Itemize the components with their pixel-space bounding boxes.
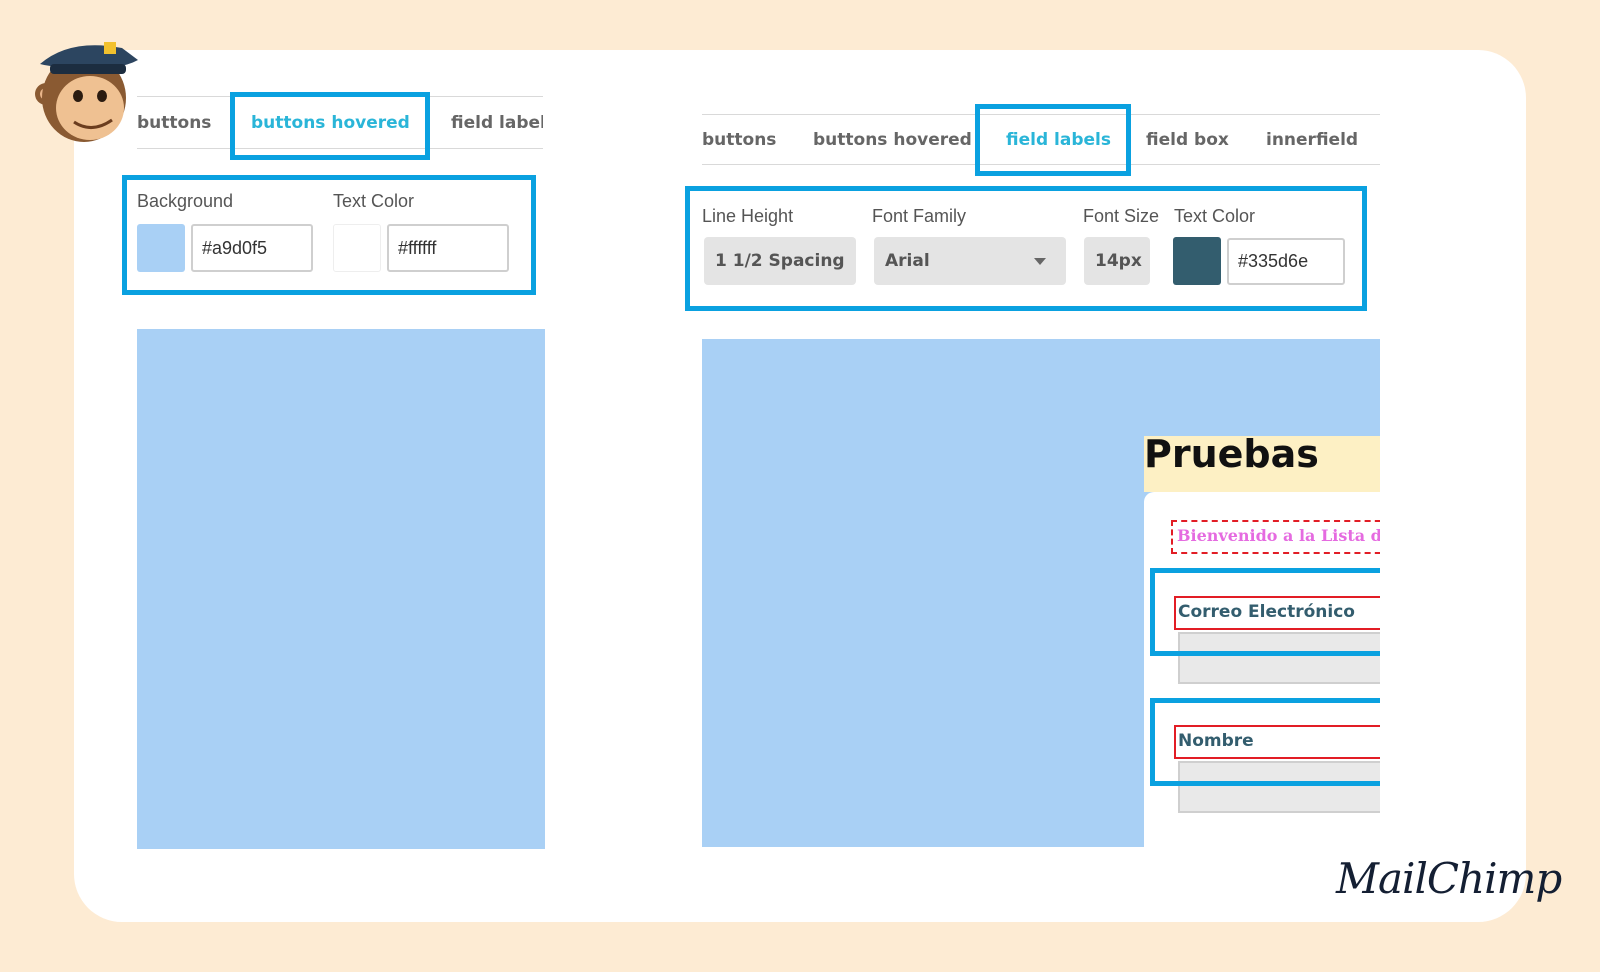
highlight-active-tab-left — [230, 92, 430, 160]
form-title: Pruebas — [1144, 436, 1319, 476]
form-preview: Pruebas Bienvenido a la Lista de Correo … — [1144, 436, 1380, 848]
highlight-settings-left — [122, 175, 536, 295]
left-tab-field-label[interactable]: field label — [451, 113, 543, 133]
right-tab-buttons-hovered[interactable]: buttons hovered — [813, 130, 972, 150]
highlight-active-tab-right — [975, 104, 1131, 176]
right-tab-innerfield[interactable]: innerfield — [1266, 130, 1358, 150]
left-preview-area — [137, 329, 545, 849]
welcome-text: Bienvenido a la Lista de — [1171, 520, 1380, 554]
left-tab-buttons[interactable]: buttons — [137, 113, 211, 133]
right-tab-buttons[interactable]: buttons — [702, 130, 776, 150]
highlight-field-name — [1150, 698, 1380, 786]
freddie-mascot-icon — [30, 34, 142, 150]
right-tab-field-box[interactable]: field box — [1146, 130, 1229, 150]
highlight-settings-right — [685, 186, 1367, 311]
mailchimp-logo: MailChimp — [1336, 854, 1562, 903]
highlight-field-email — [1150, 568, 1380, 656]
